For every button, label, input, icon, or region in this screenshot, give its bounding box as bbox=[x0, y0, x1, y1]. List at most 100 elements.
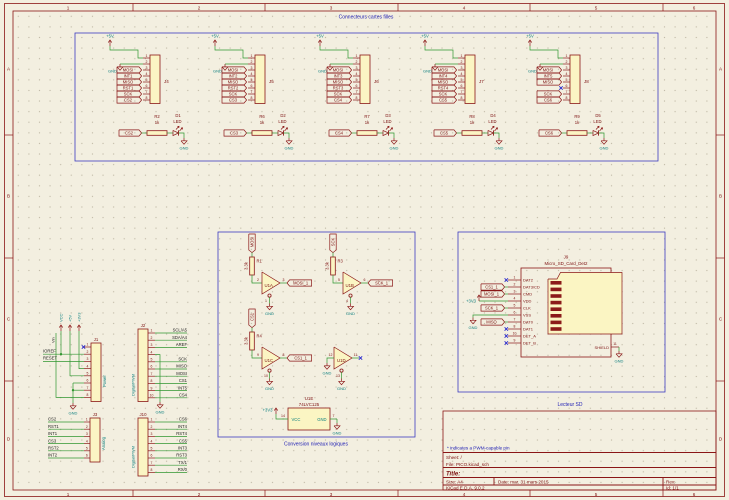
sd-card-connector[interactable]: J9Micro_SD_Card_Det21DAT22DAT3/CDCS1_13C… bbox=[466, 255, 623, 364]
gnd-symbol-icon bbox=[470, 320, 476, 323]
net-label: RST3 bbox=[176, 453, 187, 458]
connector-J7[interactable]: +5VGND123MOSI4INT45MISO6RST47SCK8CS5J7CS… bbox=[421, 34, 503, 151]
net-label: Vin bbox=[51, 337, 56, 343]
pin-number: 2 bbox=[514, 283, 516, 287]
pin-number: 10 bbox=[150, 394, 154, 398]
connector-J4[interactable]: +5VGND123MOSI4INT15MISO6RST17SCK8CS2J4CS… bbox=[106, 34, 188, 151]
reference-designator: U1E bbox=[305, 396, 314, 401]
pin-number: 4 bbox=[356, 72, 358, 76]
header-J1-power[interactable]: VCC+5V+3V3VinIOREFRESETGND12345678J1Powe… bbox=[43, 312, 107, 416]
net-label: MISO bbox=[228, 80, 238, 85]
gnd-label: GND bbox=[285, 146, 294, 151]
buffer-U1A[interactable]: MOSIR13.3k2U1A3MOSI_11GND bbox=[244, 234, 312, 316]
gnd-label: GND bbox=[333, 431, 342, 436]
header-J3-analog[interactable]: 1CS22RST13INT14CS35RST26INT2J3Analog bbox=[48, 412, 106, 462]
pin-name: VCC bbox=[292, 417, 301, 422]
power-unit-U1E[interactable]: U1E74LVC125VCCGND+3V3147GND bbox=[263, 396, 342, 436]
schematic-canvas[interactable]: 112233445566AABBCCDDConnecteurs cartes f… bbox=[0, 0, 729, 500]
header-J10-digital[interactable]: 1CS62INT43RST44CS55INT36RST37TX/18RX/0J1… bbox=[131, 412, 188, 476]
net-label: INT2 bbox=[229, 74, 239, 79]
gnd-label: GND bbox=[528, 69, 537, 74]
pin-number: 6 bbox=[151, 365, 153, 369]
component-value: Micro_SD_Card_Det2 bbox=[545, 261, 589, 266]
sd-pad bbox=[551, 288, 562, 292]
gnd-label: GND bbox=[615, 359, 624, 364]
reference-designator: J9 bbox=[564, 255, 569, 260]
sd-pad bbox=[551, 301, 562, 305]
connector-J8[interactable]: +5VGND123MOSI4INT55MISO67SCK8CS6J8CS6R91… bbox=[526, 34, 608, 151]
pin-number: 7 bbox=[566, 90, 568, 94]
net-label: INT4 bbox=[178, 424, 188, 429]
pin-number: 7 bbox=[151, 461, 153, 465]
net-label: SCK bbox=[124, 92, 133, 97]
pin-number: 13 bbox=[336, 374, 340, 378]
sheet-path: Sheet: / bbox=[446, 455, 463, 460]
net-label: SCK bbox=[178, 357, 187, 362]
buffer-U1B[interactable]: SCKR33.3k5U1B6SCK_14GND bbox=[325, 234, 393, 316]
title-block: * indicates a PWM-capable pinSheet: /Fil… bbox=[443, 411, 716, 490]
component-value: LED bbox=[593, 119, 601, 124]
gnd-label: GND bbox=[265, 386, 274, 391]
net-label: INT3 bbox=[334, 74, 344, 79]
component-value: 1k bbox=[155, 120, 160, 125]
pin-number: 5 bbox=[338, 278, 340, 282]
pin-number: 4 bbox=[346, 299, 348, 303]
pin-number: 1 bbox=[251, 54, 253, 58]
net-label: CS5 bbox=[440, 131, 449, 136]
wire bbox=[110, 46, 143, 58]
buffer-U1C[interactable]: CS1R43.3k9U1C8CS1_110GND bbox=[244, 309, 312, 391]
net-label: CS3 bbox=[230, 131, 239, 136]
net-label: SDA/A4 bbox=[172, 335, 188, 340]
sd-pad bbox=[551, 307, 562, 311]
component-value: 74LVC125 bbox=[299, 402, 320, 407]
pin-number: 2 bbox=[251, 60, 253, 64]
pin-number: 1 bbox=[146, 54, 148, 58]
wire bbox=[284, 133, 290, 138]
reference-designator: D5 bbox=[595, 113, 601, 118]
resistor-body bbox=[462, 131, 482, 136]
pin-number: 7 bbox=[87, 386, 89, 390]
header-J2-digital[interactable]: 1SCL/A52SDA/A43AREF4GND5SCK6MISO7MOSI8CS… bbox=[131, 323, 188, 415]
resistor-body bbox=[567, 131, 587, 136]
connector-body bbox=[150, 55, 160, 104]
connector-J5[interactable]: +5VGND123MOSI4INT25MISO6RST27SCK8CS3J5CS… bbox=[211, 34, 293, 151]
net-label: MISO bbox=[333, 80, 343, 85]
pin-number: 5 bbox=[461, 78, 463, 82]
net-label: CS2 bbox=[124, 98, 133, 103]
sd-pad bbox=[551, 281, 562, 285]
wire bbox=[494, 133, 500, 138]
reference-designator: J2 bbox=[141, 323, 146, 328]
pin-name: VDD bbox=[523, 299, 532, 304]
pin-number: 1 bbox=[461, 54, 463, 58]
frame-row-label: D bbox=[7, 437, 11, 442]
pin-number: 5 bbox=[151, 358, 153, 362]
pin-number: 8 bbox=[566, 96, 568, 100]
pin-number: 3 bbox=[566, 66, 568, 70]
reference-designator: J10 bbox=[140, 412, 148, 417]
pin-number: 2 bbox=[151, 336, 153, 340]
inverting-bubble-icon bbox=[340, 369, 343, 372]
pin-number: 8 bbox=[146, 96, 148, 100]
pin-number: 4 bbox=[151, 439, 153, 443]
connector-name: Digital/PWM bbox=[131, 374, 136, 396]
resistor-body bbox=[357, 131, 377, 136]
app-version: KiCad E.D.A. 9.0.2 bbox=[446, 485, 485, 490]
gnd-symbol-icon bbox=[70, 406, 76, 409]
net-label: SCL/A5 bbox=[173, 328, 188, 333]
connector-J6[interactable]: +5VGND123MOSI4INT35MISO6RST37SCK8CS4J6CS… bbox=[316, 34, 398, 151]
pin-number: 10 bbox=[264, 374, 268, 378]
pin-number: 7 bbox=[514, 318, 516, 322]
pin-number: 3 bbox=[146, 66, 148, 70]
net-label: CS5 bbox=[439, 98, 448, 103]
power-flag-label: +5V bbox=[421, 34, 429, 39]
pin-number: 5 bbox=[514, 304, 516, 308]
net-label: CS2 bbox=[48, 417, 57, 422]
resistor-body bbox=[250, 257, 255, 275]
pin-number: 8 bbox=[251, 96, 253, 100]
pin-number: 6 bbox=[86, 454, 88, 458]
pin-number: 14 bbox=[281, 414, 285, 418]
net-label: MISO bbox=[438, 80, 448, 85]
pin-number: 12 bbox=[329, 353, 333, 357]
led-triangle-icon bbox=[488, 130, 494, 135]
buffer-U1D[interactable]: U1DGND121113GND bbox=[323, 347, 363, 391]
